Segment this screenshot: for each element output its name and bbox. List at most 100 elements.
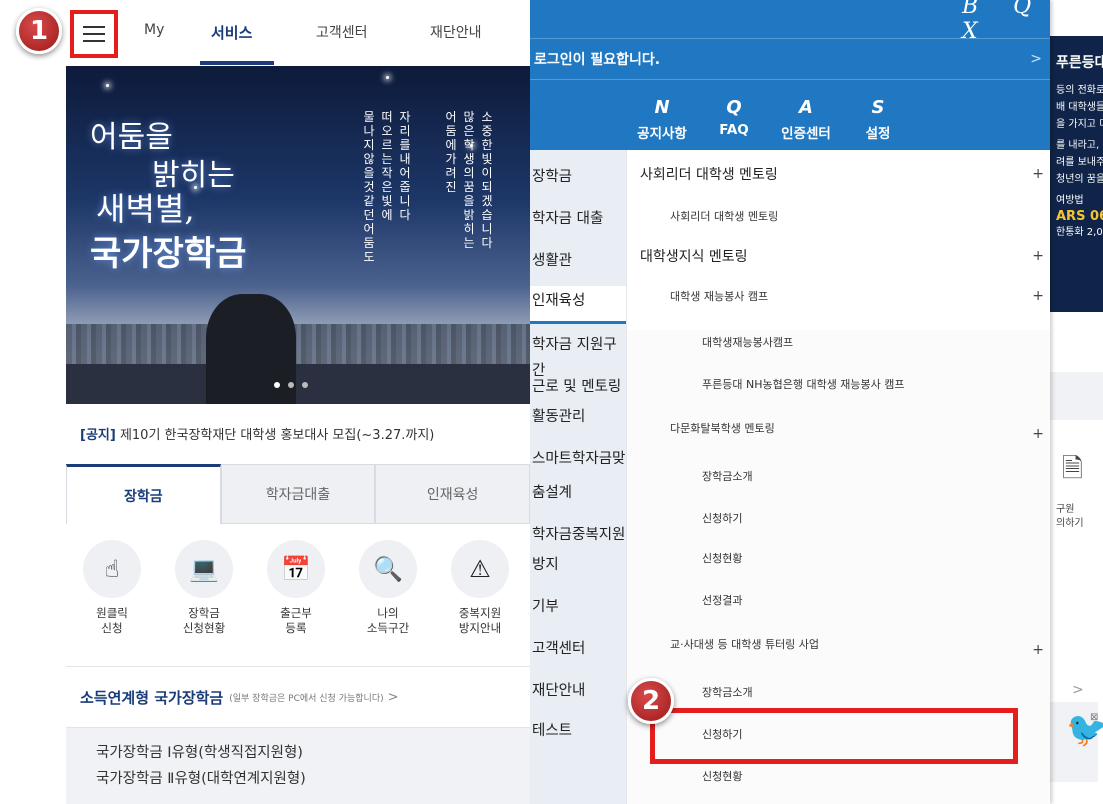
submenu-label: 사회리더 대학생 멘토링	[670, 210, 779, 223]
banner-ars-sub: 한통화 2,000	[1056, 227, 1103, 238]
tab-student-loan[interactable]: 학자금대출	[220, 464, 376, 524]
submenu-label: 신청하기	[702, 512, 743, 525]
background-text: 의하기	[1056, 518, 1084, 529]
app-screen-main: 1 My 서비스 고객센터 재단안내 어둠을 밝히는 새벽별, 국가장학금 소중…	[0, 0, 530, 804]
category-talent[interactable]: 인재육성	[530, 286, 626, 324]
hero-vertical-text-5: 떠오르는작은빛에	[381, 110, 393, 222]
submenu-label: 다문화탈북학생 멘토링	[670, 422, 775, 435]
nav-foundation[interactable]: 재단안내	[430, 22, 482, 42]
quick-label: 나의 소득구간	[366, 606, 410, 635]
carousel-pagination[interactable]	[274, 382, 308, 388]
category-donation[interactable]: 기부	[530, 594, 626, 620]
callout-badge-2: 2	[628, 678, 674, 724]
category-work-mentoring[interactable]: 근로 및 멘토링	[530, 374, 626, 400]
expand-plus-icon[interactable]: +	[1032, 288, 1044, 304]
income-title: 소득연계형 국가장학금	[80, 688, 224, 707]
quick-notice[interactable]: N 공지사항	[626, 97, 698, 143]
category-support[interactable]: 고객센터	[530, 636, 626, 662]
quick-label: 중복지원 방지안내	[458, 606, 502, 635]
category-dormitory[interactable]: 생활관	[530, 248, 626, 274]
tab-scholarship[interactable]: 장학금	[66, 464, 221, 524]
banner-line: 등의 전화로	[1056, 85, 1103, 96]
quick-duplicate-guide[interactable]: ⚠ 중복지원 방지안내	[434, 540, 526, 636]
quick-label: 출근부 등록	[280, 606, 312, 635]
close-icon[interactable]: ⊠	[1090, 712, 1098, 723]
quick-one-click-apply[interactable]: ☝ 원클릭 신청	[66, 540, 158, 636]
submenu-label: 장학금소개	[702, 470, 753, 483]
hero-vertical-text-6: 물나지않을것같던어둠도	[363, 110, 375, 264]
quick-auth-center[interactable]: A 인증센터	[770, 98, 842, 143]
submenu-label: 대학생 재능봉사 캠프	[670, 290, 769, 303]
star-icon	[386, 76, 389, 79]
expand-plus-icon[interactable]: +	[1032, 248, 1044, 264]
banner-line: 려를 보내주	[1056, 157, 1103, 168]
quick-menu-label: 인증센터	[781, 126, 831, 142]
scholarship-type-1[interactable]: 국가장학금 Ⅰ유형(학생직접지원형)	[96, 740, 530, 766]
category-duplicate-line2[interactable]: 방지	[530, 552, 626, 578]
quick-label: 장학금 신청현황	[182, 606, 226, 635]
category-list: 장학금 학자금 대출 생활관 인재육성 학자금 지원구간 근로 및 멘토링 활동…	[530, 150, 626, 804]
callout-badge-1: 1	[16, 8, 62, 54]
hero-vertical-text-3: 어둠에가려진	[445, 110, 457, 194]
quick-attendance[interactable]: 📅 출근부 등록	[250, 540, 342, 636]
banner-line: 배 대학생들	[1056, 102, 1103, 113]
hero-title-line3: 새벽별,	[96, 190, 195, 228]
nav-support[interactable]: 고객센터	[316, 22, 368, 42]
tab-talent[interactable]: 인재육성	[375, 464, 530, 524]
hero-banner[interactable]: 어둠을 밝히는 새벽별, 국가장학금 소중한빛이되겠습니다 많은학생의꿈을밝히는…	[66, 66, 530, 404]
banner-line: 를 내라고,	[1056, 140, 1100, 151]
submenu-label: 장학금소개	[702, 686, 753, 699]
expand-plus-icon[interactable]: +	[1032, 426, 1044, 442]
submenu-label: 사회리더 대학생 멘토링	[640, 167, 778, 183]
login-text: 로그인이 필요합니다.	[534, 52, 661, 68]
quick-income-bracket[interactable]: 🔍 나의 소득구간	[342, 540, 434, 636]
quick-menu-label: 설정	[865, 126, 891, 142]
category-test[interactable]: 테스트	[530, 718, 626, 744]
banner-headline: 푸른등대	[1056, 55, 1103, 71]
carousel-dot[interactable]	[302, 382, 308, 388]
category-foundation[interactable]: 재단안내	[530, 678, 626, 704]
hero-vertical-text-2: 많은학생의꿈을밝히는	[463, 110, 475, 250]
nav-service[interactable]: 서비스	[211, 22, 252, 43]
document-icon: 🗎	[1062, 454, 1083, 484]
income-subtitle: (일부 장학금은 PC에서 신청 가능합니다)	[229, 693, 384, 704]
nav-active-indicator	[200, 61, 274, 65]
hero-vertical-text-1: 소중한빛이되겠습니다	[481, 110, 493, 250]
drawer-quick-menu: N 공지사항 Q FAQ A 인증센터 S 설정	[626, 97, 914, 143]
chevron-right-icon: >	[1072, 682, 1084, 698]
category-smart-plan-line1[interactable]: 스마트학자금맞	[530, 446, 626, 472]
laptop-icon: 💻	[175, 540, 233, 598]
submenu-list: 사회리더 대학생 멘토링 + 사회리더 대학생 멘토링 대학생지식 멘토링 + …	[626, 150, 1050, 804]
quick-faq[interactable]: Q FAQ	[698, 98, 770, 142]
category-duplicate-line1[interactable]: 학자금중복지원	[530, 522, 626, 548]
category-activity[interactable]: 활동관리	[530, 404, 626, 430]
category-smart-plan-line2[interactable]: 춤설계	[530, 480, 626, 506]
hero-title-line4: 국가장학금	[90, 234, 247, 274]
category-student-loan[interactable]: 학자금 대출	[530, 206, 626, 232]
background-band	[1050, 372, 1103, 420]
submenu-label: 신청현황	[702, 770, 743, 783]
notice-link[interactable]: [공지] 제10기 한국장학재단 대학생 홍보대사 모집(~3.27.까지)	[80, 424, 434, 443]
quick-settings[interactable]: S 설정	[842, 98, 914, 143]
login-prompt[interactable]: 로그인이 필요합니다. >	[530, 38, 1050, 80]
notice-letter-icon: N	[654, 97, 670, 118]
chevron-right-icon: >	[1030, 51, 1042, 67]
submenu-label: 교·사대생 등 대학생 튜터링 사업	[670, 638, 820, 651]
app-screen-drawer: 푸른등대 등의 전화로 배 대학생들 을 가지고 미 를 내라고, 려를 보내주…	[530, 0, 1103, 804]
banner-ars: ARS 060-	[1056, 209, 1103, 224]
nav-my[interactable]: My	[144, 22, 164, 38]
notice-prefix: [공지]	[80, 428, 116, 443]
carousel-dot[interactable]	[288, 382, 294, 388]
income-linked-scholarship-link[interactable]: 소득연계형 국가장학금 (일부 장학금은 PC에서 신청 가능합니다) >	[66, 666, 530, 728]
submenu-label: 신청현황	[702, 552, 743, 565]
scholarship-type-2[interactable]: 국가장학금 Ⅱ유형(대학연계지원형)	[96, 766, 530, 792]
hero-vertical-text-4: 자리를내어줍니다	[399, 110, 411, 222]
submenu-label: 푸른등대 NH농협은행 대학생 재능봉사 캠프	[702, 378, 905, 391]
expand-plus-icon[interactable]: +	[1032, 166, 1044, 182]
category-scholarship[interactable]: 장학금	[530, 164, 626, 190]
carousel-dot[interactable]	[274, 382, 280, 388]
quick-label: 원클릭 신청	[96, 606, 128, 635]
star-icon	[106, 84, 109, 87]
quick-apply-status[interactable]: 💻 장학금 신청현황	[158, 540, 250, 636]
expand-plus-icon[interactable]: +	[1032, 642, 1044, 658]
